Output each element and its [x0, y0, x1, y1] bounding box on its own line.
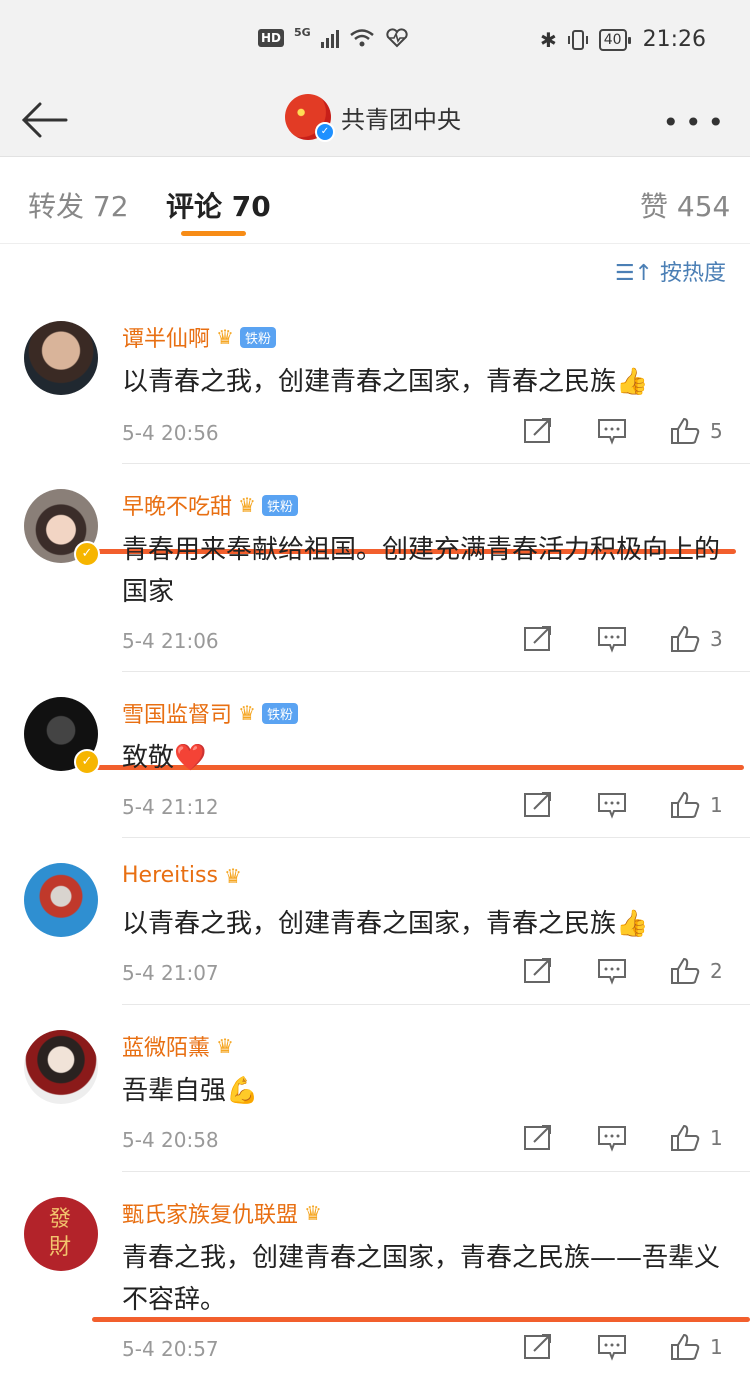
reply-icon[interactable] [596, 957, 628, 985]
like-count: 1 [710, 793, 723, 817]
share-icon[interactable] [522, 1333, 554, 1361]
top-nav: ✓ 共青团中央 ••• [0, 86, 750, 156]
comment-actions: 5 [522, 417, 723, 445]
tab-comments[interactable]: 评论 70 [166, 185, 271, 225]
back-arrow-icon[interactable] [18, 94, 70, 146]
crown-icon: ♛ [238, 493, 256, 517]
share-icon[interactable] [522, 1124, 554, 1152]
comment-time: 5-4 21:06 [122, 629, 219, 653]
status-bar: HD 5G ✱ 40 21:26 [0, 0, 750, 86]
like-icon[interactable] [670, 417, 700, 445]
hd-indicator: HD [258, 29, 285, 47]
underline-annotation [92, 1317, 750, 1322]
share-icon[interactable] [522, 791, 554, 819]
like-icon[interactable] [670, 791, 700, 819]
comment-time: 5-4 20:58 [122, 1128, 219, 1152]
fan-badge: 铁粉 [261, 702, 298, 724]
comment-actions: 1 [522, 1124, 723, 1152]
bluetooth-icon: ✱ [540, 27, 557, 52]
like-icon[interactable] [670, 625, 700, 653]
like-count: 1 [710, 1335, 723, 1359]
active-tab-indicator [181, 231, 246, 236]
comment-username[interactable]: 蓝微陌薰 ♛ [122, 1030, 234, 1062]
comment-time: 5-4 20:57 [122, 1337, 219, 1361]
comment-text: 以青春之我，创建青春之国家，青春之民族👍 [122, 367, 649, 397]
tab-forward[interactable]: 转发 72 [28, 185, 129, 225]
reply-icon[interactable] [596, 1124, 628, 1152]
like-count: 1 [710, 1126, 723, 1150]
avatar[interactable] [24, 1030, 98, 1104]
crown-icon: ♛ [223, 863, 242, 888]
tab-bar: 转发 72 评论 70 赞 454 [0, 157, 750, 244]
like-icon[interactable] [670, 1333, 700, 1361]
comment-text: 吾辈自强💪 [122, 1076, 259, 1106]
comment-username[interactable]: 雪国监督司 ♛ 铁粉 [122, 697, 298, 729]
avatar-text: 發財 [48, 1207, 73, 1260]
divider [122, 463, 750, 464]
comment-username[interactable]: Hereitiss ♛ [122, 863, 242, 888]
like-count: 2 [710, 959, 723, 983]
like-count: 3 [710, 627, 723, 651]
sort-icon: ☰↑ [614, 261, 660, 286]
comment-username[interactable]: 甄氏家族复仇联盟 ♛ [122, 1197, 322, 1229]
content-panel: 转发 72 评论 70 赞 454 ☰↑ 按热度 谭半仙啊 ♛ 铁粉 以青春之我，创… [0, 156, 750, 1379]
comment-username[interactable]: 谭半仙啊 ♛ 铁粉 [122, 321, 276, 353]
like-icon[interactable] [670, 1124, 700, 1152]
share-icon[interactable] [522, 957, 554, 985]
share-icon[interactable] [522, 417, 554, 445]
sort-label: 按热度 [659, 261, 726, 286]
crown-icon: ♛ [216, 325, 234, 349]
status-right: ✱ 40 21:26 [540, 27, 706, 52]
vibrate-icon [567, 29, 588, 50]
clock: 21:26 [642, 27, 706, 52]
comment-actions: 2 [522, 957, 723, 985]
comment-time: 5-4 21:12 [122, 795, 219, 819]
comment-time: 5-4 21:07 [122, 961, 219, 985]
comment-actions: 3 [522, 625, 723, 653]
divider [122, 1171, 750, 1172]
avatar[interactable]: 發財 [24, 1197, 98, 1271]
divider [122, 1004, 750, 1005]
divider [122, 671, 750, 672]
tab-likes[interactable]: 赞 454 [640, 185, 730, 225]
crown-icon: ♛ [216, 1034, 234, 1058]
comment-text: 以青春之我，创建青春之国家，青春之民族👍 [122, 909, 649, 939]
reply-icon[interactable] [596, 791, 628, 819]
battery-icon: 40 [598, 28, 631, 51]
crown-icon: ♛ [304, 1201, 322, 1225]
comment-text: 青春用来奉献给祖国。创建充满青春活力积极向上的国家 [122, 535, 721, 607]
avatar[interactable] [24, 321, 98, 395]
share-icon[interactable] [522, 625, 554, 653]
reply-icon[interactable] [596, 625, 628, 653]
comment-text: 青春之我，创建青春之国家，青春之民族——吾辈义不容辞。 [122, 1243, 721, 1315]
sort-button[interactable]: ☰↑ 按热度 [615, 255, 726, 287]
like-icon[interactable] [670, 957, 700, 985]
crown-icon: ♛ [238, 701, 256, 725]
divider [122, 837, 750, 838]
account-title[interactable]: 共青团中央 [341, 100, 461, 135]
reply-icon[interactable] [596, 1333, 628, 1361]
wifi-icon [349, 29, 374, 47]
comment-text: 致敬❤️ [122, 743, 207, 773]
verified-badge-icon: ✓ [315, 122, 335, 142]
comment-actions: 1 [522, 791, 723, 819]
network-type: 5G [294, 25, 311, 39]
status-left: HD 5G [258, 25, 409, 48]
fan-badge: 铁粉 [239, 326, 276, 348]
heart-rate-icon [386, 28, 408, 48]
like-count: 5 [710, 419, 723, 443]
signal-icon [320, 28, 339, 48]
comment-actions: 1 [522, 1333, 723, 1361]
comment-username[interactable]: 早晚不吃甜 ♛ 铁粉 [122, 489, 298, 521]
verified-badge-icon: ✓ [74, 541, 100, 567]
comment-time: 5-4 20:56 [122, 421, 219, 445]
avatar[interactable] [24, 863, 98, 937]
reply-icon[interactable] [596, 417, 628, 445]
verified-badge-icon: ✓ [74, 749, 100, 775]
more-options-icon[interactable]: ••• [662, 106, 730, 139]
fan-badge: 铁粉 [261, 494, 298, 516]
